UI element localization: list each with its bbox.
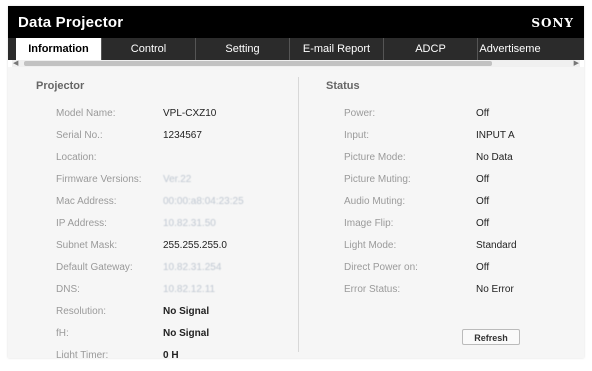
status-section-title: Status — [326, 80, 360, 92]
info-row-dns: DNS: 10.82.12.11 — [56, 283, 276, 297]
info-value: 0 H — [163, 350, 179, 358]
status-label: Light Mode: — [344, 240, 397, 251]
info-label: Default Gateway: — [56, 262, 133, 273]
tab-setting[interactable]: Setting — [196, 38, 290, 60]
status-value: Standard — [476, 240, 517, 251]
info-row-ip-address: IP Address: 10.82.31.50 — [56, 217, 276, 231]
status-label: Audio Muting: — [344, 196, 406, 207]
tab-control[interactable]: Control — [102, 38, 196, 60]
scroll-left-arrow-icon[interactable]: ◀ — [13, 59, 18, 67]
tab-advertisement[interactable]: Advertiseme — [478, 38, 542, 60]
status-label: Power: — [344, 108, 376, 119]
info-row-serial-no: Serial No.: 1234567 — [56, 129, 276, 143]
info-label: Light Timer: — [56, 350, 109, 358]
status-value: Off — [476, 196, 490, 207]
info-row-light-timer: Light Timer: 0 H — [56, 349, 276, 358]
status-row-audio-muting: Audio Muting: Off — [344, 195, 574, 209]
information-content: Projector Model Name: VPL-CXZ10 Serial N… — [8, 67, 584, 358]
info-label: Model Name: — [56, 108, 116, 119]
status-row-power: Power: Off — [344, 107, 574, 121]
status-label: Picture Mode: — [344, 152, 406, 163]
tab-bar: Information Control Setting E-mail Repor… — [8, 38, 584, 60]
panel-divider — [298, 77, 299, 352]
status-row-light-mode: Light Mode: Standard — [344, 239, 574, 253]
info-row-location: Location: — [56, 151, 276, 165]
info-value: 1234567 — [163, 130, 202, 141]
tab-information[interactable]: Information — [16, 38, 102, 60]
horizontal-scrollbar[interactable]: ◀ ▶ — [12, 60, 580, 67]
info-value: VPL-CXZ10 — [163, 108, 217, 119]
info-row-subnet-mask: Subnet Mask: 255.255.255.0 — [56, 239, 276, 253]
status-row-direct-power-on: Direct Power on: Off — [344, 261, 574, 275]
info-row-resolution: Resolution: No Signal — [56, 305, 276, 319]
status-label: Image Flip: — [344, 218, 394, 229]
projector-section-title: Projector — [36, 80, 85, 92]
status-row-picture-muting: Picture Muting: Off — [344, 173, 574, 187]
status-value: Off — [476, 218, 490, 229]
app-title: Data Projector — [18, 14, 124, 31]
status-label: Direct Power on: — [344, 262, 418, 273]
status-row-error-status: Error Status: No Error — [344, 283, 574, 297]
status-value: Off — [476, 262, 490, 273]
scrollbar-thumb[interactable] — [24, 61, 492, 66]
info-label: Subnet Mask: — [56, 240, 118, 251]
info-row-mac-address: Mac Address: 00:00:a8:04:23:25 — [56, 195, 276, 209]
info-row-fh: fH: No Signal — [56, 327, 276, 341]
status-value: No Data — [476, 152, 513, 163]
info-row-firmware-versions: Firmware Versions: Ver.22 — [56, 173, 276, 187]
status-value: No Error — [476, 284, 514, 295]
status-label: Picture Muting: — [344, 174, 411, 185]
info-value: Ver.22 — [163, 174, 192, 185]
info-label: Firmware Versions: — [56, 174, 142, 185]
info-value: No Signal — [163, 306, 210, 317]
status-row-image-flip: Image Flip: Off — [344, 217, 574, 231]
info-label: fH: — [56, 328, 69, 339]
status-panel: Status Power: Off Input: INPUT A Picture… — [302, 67, 584, 358]
info-value: 00:00:a8:04:23:25 — [163, 196, 244, 207]
info-label: IP Address: — [56, 218, 107, 229]
info-value: 255.255.255.0 — [163, 240, 227, 251]
info-label: Mac Address: — [56, 196, 117, 207]
info-label: Serial No.: — [56, 130, 103, 141]
status-value: Off — [476, 108, 490, 119]
app-window: Data Projector SONY Information Control … — [8, 6, 584, 358]
info-value: 10.82.31.254 — [163, 262, 222, 273]
title-bar: Data Projector SONY — [8, 6, 584, 38]
scroll-right-arrow-icon[interactable]: ▶ — [574, 59, 579, 67]
brand-logo: SONY — [531, 16, 574, 30]
info-label: Resolution: — [56, 306, 107, 317]
tab-email-report[interactable]: E-mail Report — [290, 38, 384, 60]
status-value: Off — [476, 174, 490, 185]
status-label: Error Status: — [344, 284, 401, 295]
tab-adcp[interactable]: ADCP — [384, 38, 478, 60]
info-value: 10.82.12.11 — [163, 284, 216, 295]
status-row-input: Input: INPUT A — [344, 129, 574, 143]
info-row-default-gateway: Default Gateway: 10.82.31.254 — [56, 261, 276, 275]
status-row-picture-mode: Picture Mode: No Data — [344, 151, 574, 165]
refresh-button[interactable]: Refresh — [462, 329, 520, 345]
status-label: Input: — [344, 130, 370, 141]
info-label: Location: — [56, 152, 97, 163]
projector-panel: Projector Model Name: VPL-CXZ10 Serial N… — [8, 67, 290, 358]
status-value: INPUT A — [476, 130, 515, 141]
info-value: 10.82.31.50 — [163, 218, 216, 229]
info-row-model-name: Model Name: VPL-CXZ10 — [56, 107, 276, 121]
info-value: No Signal — [163, 328, 210, 339]
info-label: DNS: — [56, 284, 80, 295]
